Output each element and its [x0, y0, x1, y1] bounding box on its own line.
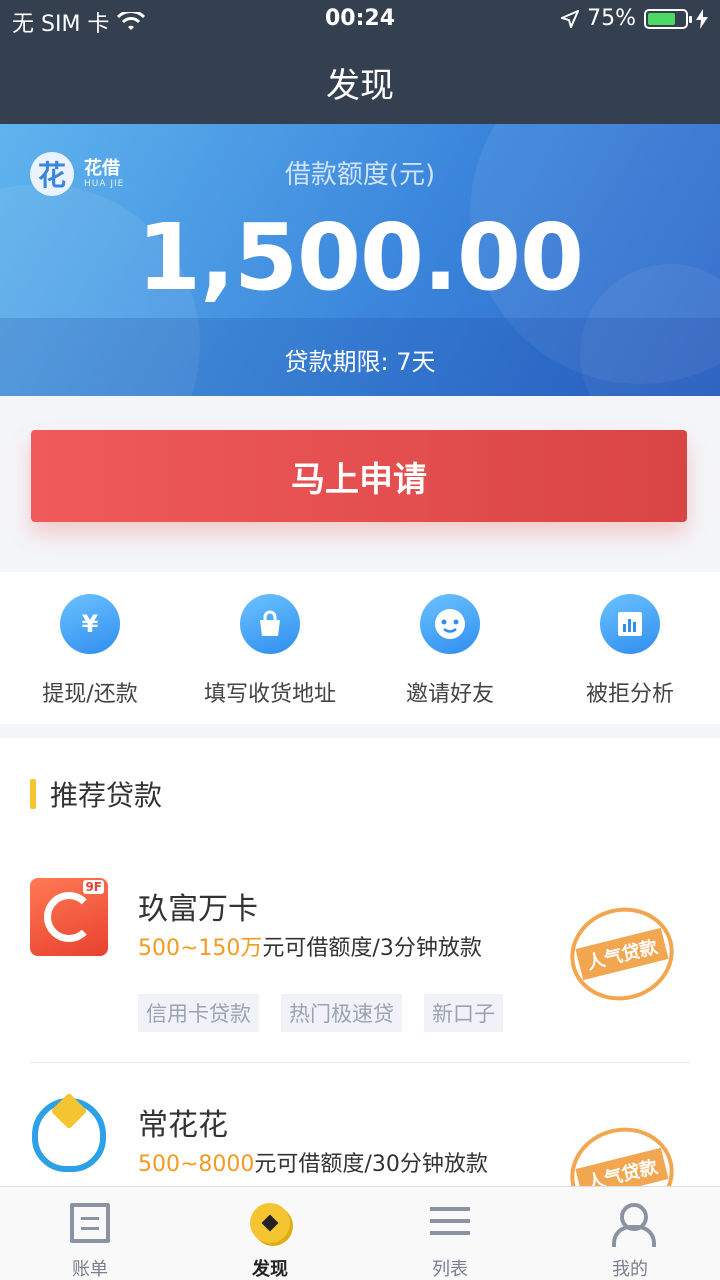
apply-now-button[interactable]: 马上申请 [31, 430, 687, 522]
credit-label: 借款额度(元) [284, 160, 436, 190]
section-title: 推荐贷款 [30, 774, 162, 814]
loan-name: 玖富万卡 [138, 892, 258, 927]
tab-label: 账单 [72, 1259, 108, 1280]
tab-discover[interactable]: 发现 [180, 1187, 360, 1280]
loan-item-changhuahua[interactable]: 常花花 500~8000元可借额度/30分钟放款 人气贷款 [30, 1094, 690, 1186]
tab-label: 发现 [252, 1259, 288, 1280]
divider [30, 1062, 690, 1063]
quick-action-label: 被拒分析 [585, 682, 674, 707]
loan-tag: 新口子 [424, 994, 503, 1032]
smiley-icon [420, 594, 480, 654]
tab-bill[interactable]: 账单 [0, 1187, 180, 1280]
section-accent-bar [30, 779, 36, 809]
quick-action-withdraw-repay[interactable]: ¥ 提现/还款 [0, 572, 180, 724]
loan-tag: 信用卡贷款 [138, 994, 259, 1032]
list-icon [430, 1203, 470, 1243]
page-title: 发现 [326, 66, 394, 106]
status-bar: 无 SIM 卡 00:24 75% [0, 0, 720, 40]
tab-list[interactable]: 列表 [360, 1187, 540, 1280]
discover-icon [250, 1203, 290, 1243]
loan-term: 贷款期限: 7天 [284, 348, 436, 376]
popular-loan-stamp: 人气贷款 [560, 896, 684, 1012]
yen-icon: ¥ [60, 594, 120, 654]
quick-action-label: 邀请好友 [405, 682, 494, 707]
popular-loan-stamp: 人气贷款 [560, 1116, 684, 1186]
tab-bar: 账单 发现 列表 我的 [0, 1186, 720, 1280]
shopping-bag-icon [240, 594, 300, 654]
loan-tag: 热门极速贷 [281, 994, 402, 1032]
tab-label: 列表 [432, 1259, 468, 1280]
top-bar: 无 SIM 卡 00:24 75% 发现 [0, 0, 720, 124]
loan-item-jiufu[interactable]: 9F 玖富万卡 500~150万元可借额度/3分钟放款 信用卡贷款 热门极速贷 … [30, 878, 690, 1058]
credit-amount: 1,500.00 [137, 204, 584, 311]
loan-amount: 500~8000 [138, 1152, 255, 1177]
loan-amount: 500~150万 [138, 936, 263, 961]
quick-action-invite[interactable]: 邀请好友 [360, 572, 540, 724]
quick-actions: ¥ 提现/还款 填写收货地址 邀请好友 被拒分析 [0, 572, 720, 724]
bill-icon [70, 1203, 110, 1243]
apply-section: 马上申请 [0, 396, 720, 570]
bar-chart-icon [600, 594, 660, 654]
quick-action-label: 填写收货地址 [203, 682, 336, 707]
battery-percent: 75% [587, 6, 636, 31]
tab-label: 我的 [612, 1259, 648, 1280]
profile-icon [610, 1203, 656, 1247]
jiufu-logo-icon: 9F [30, 878, 108, 956]
recommended-loans: 推荐贷款 9F 玖富万卡 500~150万元可借额度/3分钟放款 信用卡贷款 热… [0, 738, 720, 1186]
loan-tags: 信用卡贷款 热门极速贷 新口子 [138, 994, 503, 1032]
loan-description: 500~8000元可借额度/30分钟放款 [138, 1152, 488, 1177]
location-arrow-icon [561, 9, 580, 28]
charging-bolt-icon [696, 8, 708, 29]
changhuahua-logo-icon [30, 1094, 108, 1172]
battery-icon [644, 8, 692, 29]
quick-action-address[interactable]: 填写收货地址 [180, 572, 360, 724]
quick-action-rejection-analysis[interactable]: 被拒分析 [540, 572, 720, 724]
tab-me[interactable]: 我的 [540, 1187, 720, 1280]
section-title-text: 推荐贷款 [50, 779, 163, 812]
quick-action-label: 提现/还款 [42, 682, 138, 707]
loan-description: 500~150万元可借额度/3分钟放款 [138, 936, 482, 961]
credit-banner: 花 花借 HUA JIE 借款额度(元) 1,500.00 贷款期限: 7天 [0, 124, 720, 396]
loan-name: 常花花 [138, 1108, 228, 1143]
